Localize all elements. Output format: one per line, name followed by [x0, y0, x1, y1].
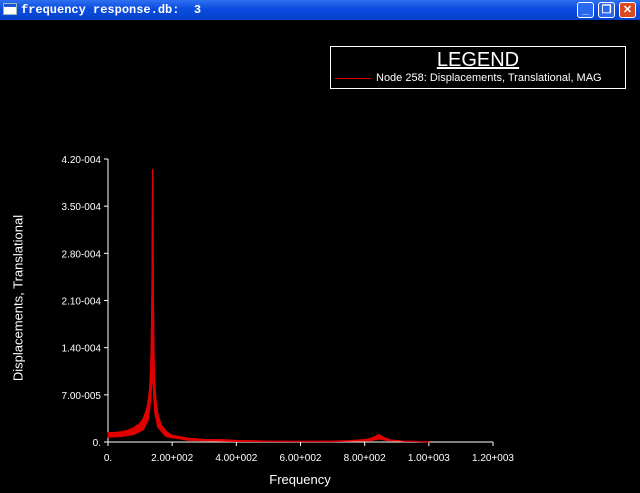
- app-window: frequency response.db: 3 _ ❐ ✕ 0. 2.00+00…: [0, 0, 640, 493]
- y-tick-label: 0.: [93, 438, 101, 449]
- legend-title: LEGEND: [436, 49, 520, 71]
- y-tick-label: 4.20-004: [62, 155, 102, 166]
- x-tick-label: 6.00+002: [280, 453, 322, 464]
- x-axis-label: Frequency: [269, 472, 331, 487]
- x-tick-label: 2.00+002: [151, 453, 193, 464]
- y-tick-label: 2.10-004: [62, 297, 102, 308]
- y-tick-label: 3.50-004: [62, 202, 102, 213]
- legend-series-label: Node 258: Displacements, Translational, …: [376, 72, 602, 84]
- x-tick-label: 8.00+002: [344, 453, 386, 464]
- x-tick-label: 1.20+003: [472, 453, 514, 464]
- y-axis-label: Displacements, Translational: [10, 214, 26, 382]
- x-tick-label: 0.: [104, 453, 112, 464]
- legend: LEGEND Node 258: Displacements, Translat…: [330, 46, 626, 89]
- y-tick-label: 2.80-004: [62, 249, 102, 260]
- response-curve: [108, 169, 429, 443]
- x-tick-label: 4.00+002: [215, 453, 257, 464]
- y-tick-label: 1.40-004: [62, 344, 102, 355]
- x-tick-label: 1.00+003: [408, 453, 450, 464]
- y-tick-label: 7.00-005: [62, 391, 102, 402]
- legend-series-swatch: [335, 78, 371, 79]
